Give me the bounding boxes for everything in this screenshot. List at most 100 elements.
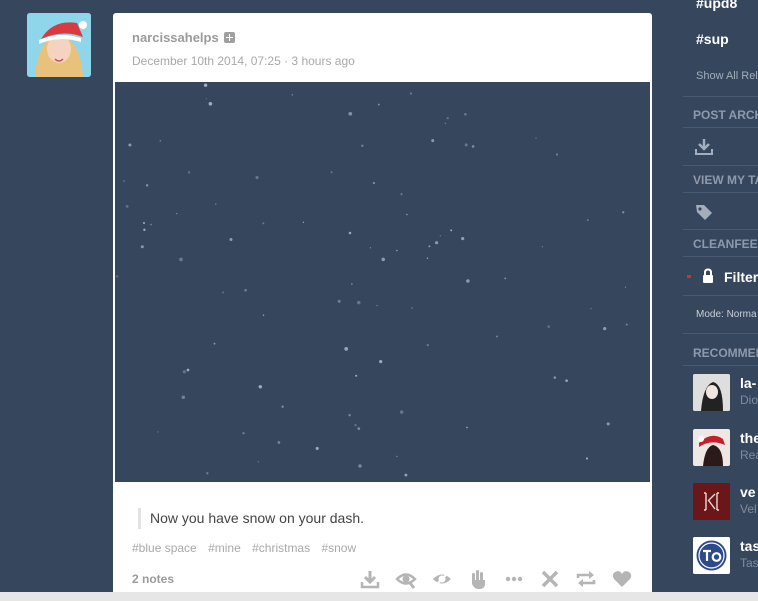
snowflake xyxy=(357,300,361,305)
hide-button[interactable] xyxy=(424,568,460,590)
snowflake xyxy=(205,98,208,100)
follow-plus-icon[interactable] xyxy=(223,32,235,43)
snowflake xyxy=(504,277,507,280)
snowflake xyxy=(435,241,439,245)
blog-name-link[interactable]: narcissahelps xyxy=(132,30,219,45)
post-media[interactable] xyxy=(115,82,650,482)
snowflake xyxy=(351,283,353,285)
bottom-edge xyxy=(0,592,758,601)
tag-icon[interactable] xyxy=(694,202,714,222)
snowflake xyxy=(400,193,403,196)
snowflake xyxy=(553,376,557,379)
recommended-blog[interactable]: tas Tas xyxy=(693,537,758,577)
snowflake xyxy=(496,335,498,338)
snowflake xyxy=(330,171,333,174)
avatar-image xyxy=(27,13,91,77)
sidebar-divider xyxy=(683,256,758,257)
snowflake xyxy=(439,235,442,237)
tag-link[interactable]: #blue space xyxy=(132,541,197,555)
snowflake xyxy=(143,228,146,232)
mode-label[interactable]: Mode: Norma xyxy=(696,309,757,320)
tag-link[interactable]: #christmas xyxy=(252,541,310,555)
snowflake xyxy=(466,426,468,429)
snowflake xyxy=(291,94,293,96)
snowflake xyxy=(361,144,364,148)
archive-download-icon[interactable] xyxy=(694,137,714,157)
snowflake xyxy=(428,245,431,248)
hand-icon xyxy=(472,570,485,589)
download-button[interactable] xyxy=(352,568,388,590)
recommended-subtitle: Dio xyxy=(740,393,758,407)
recommended-blog[interactable]: la- Dio xyxy=(693,374,758,414)
reblog-button[interactable] xyxy=(568,568,604,590)
snowflake xyxy=(187,171,191,174)
snowflake xyxy=(222,291,225,294)
snowflake xyxy=(606,422,610,426)
block-button[interactable] xyxy=(460,568,496,590)
notes-count[interactable]: 2 notes xyxy=(132,572,174,586)
snowflake xyxy=(444,122,447,125)
snowflake xyxy=(461,237,465,241)
snowflake xyxy=(625,323,628,326)
more-icon xyxy=(505,576,523,582)
snowflake xyxy=(206,472,209,475)
snowflake xyxy=(203,83,208,87)
snowflake xyxy=(411,307,413,309)
recommended-blog[interactable]: ve Vel xyxy=(693,483,758,523)
snowflake xyxy=(315,446,319,450)
tag-link[interactable]: #mine xyxy=(208,541,241,555)
snowflake xyxy=(348,414,351,417)
post-timestamp: December 10th 2014, 07:25 · 3 hours ago xyxy=(132,54,355,68)
snowflake xyxy=(400,410,404,414)
recommended-subtitle: Tas xyxy=(740,556,758,570)
snowflake xyxy=(344,347,349,351)
eye-icon xyxy=(395,573,417,589)
show-all-link[interactable]: Show All Rel xyxy=(696,70,758,82)
snowflake xyxy=(213,342,216,345)
snowflake xyxy=(115,275,119,278)
recommended-name: tas xyxy=(740,538,758,554)
recommended-avatar xyxy=(693,429,730,466)
view-button[interactable] xyxy=(388,568,424,590)
snowflake xyxy=(406,213,408,216)
snowflake xyxy=(355,374,358,377)
tracked-tag[interactable]: #upd8 xyxy=(696,0,737,11)
snowflake xyxy=(464,143,468,147)
snowflake xyxy=(585,457,589,460)
snowflake xyxy=(446,116,449,120)
snowflake xyxy=(409,92,412,95)
recommended-subtitle: Rea xyxy=(740,448,758,462)
recommended-blog[interactable]: the Rea xyxy=(693,429,758,469)
post-card: narcissahelps December 10th 2014, 07:25 … xyxy=(113,13,652,601)
snowflake xyxy=(262,314,265,316)
filter-toggle[interactable]: Filter xyxy=(724,269,758,285)
snowflake xyxy=(242,431,245,435)
tracked-tag[interactable]: #sup xyxy=(696,31,729,47)
dismiss-button[interactable] xyxy=(532,568,568,590)
sidebar-divider xyxy=(683,165,758,166)
snowflake xyxy=(624,286,627,288)
snowflake xyxy=(622,211,625,214)
snowflake xyxy=(145,184,149,187)
heart-icon xyxy=(612,571,632,587)
snowflake xyxy=(450,229,453,232)
like-button[interactable] xyxy=(604,568,640,590)
snowflake xyxy=(426,257,429,259)
snowflake xyxy=(404,473,408,477)
blog-avatar[interactable] xyxy=(27,13,91,77)
recommended-avatar-image xyxy=(693,537,730,574)
recommended-avatar-image xyxy=(693,483,730,520)
snowflake xyxy=(426,343,430,347)
snowflake xyxy=(179,257,183,262)
snowflake xyxy=(140,245,144,249)
more-button[interactable] xyxy=(496,568,532,590)
recommended-name: la- xyxy=(740,375,757,391)
view-tags-title: VIEW MY TA xyxy=(693,173,758,187)
snowflake xyxy=(277,441,281,444)
right-sidebar: #upd8 #sup Show All Rel POST ARCH VIEW M… xyxy=(683,0,758,601)
snowflake xyxy=(396,249,398,252)
reblog-icon xyxy=(576,571,596,587)
snow-animation xyxy=(115,83,628,477)
tag-link[interactable]: #snow xyxy=(321,541,356,555)
snowflake xyxy=(208,101,213,106)
